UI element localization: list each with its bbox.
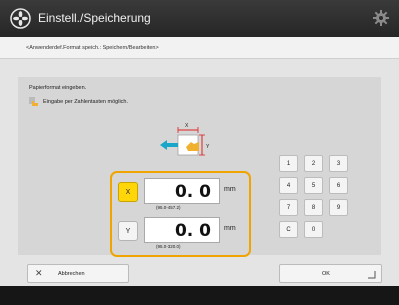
size-input-group: X 0. 0 mm (95.0-457.2) Y 0. 0 mm (95.0-3… [110, 171, 251, 257]
key-5[interactable]: 5 [304, 177, 323, 194]
key-2[interactable]: 2 [304, 155, 323, 172]
key-9[interactable]: 9 [329, 199, 348, 216]
cancel-button[interactable]: ✕ Abbrechen [27, 264, 129, 283]
gear-icon[interactable] [373, 10, 389, 26]
bottom-status-bar [0, 286, 399, 305]
key-8[interactable]: 8 [304, 199, 323, 216]
y-range-label: (95.0-320.0) [156, 244, 181, 249]
page-title: Einstell./Speicherung [38, 11, 151, 25]
diagram-y-label: Y [206, 144, 210, 150]
breadcrumb: <Anwenderdef.Format speich.: Speichern/B… [0, 37, 399, 59]
x-axis-button[interactable]: X [118, 182, 138, 202]
input-panel: Papierformat eingeben. Eingabe per Zahle… [18, 77, 381, 257]
key-0[interactable]: 0 [304, 221, 323, 238]
key-1[interactable]: 1 [279, 155, 298, 172]
hint-text: Eingabe per Zahlentasten möglich. [43, 99, 128, 105]
x-unit-label: mm [224, 186, 236, 193]
settings-register-icon [10, 8, 31, 29]
key-clear[interactable]: C [279, 221, 298, 238]
x-range-label: (95.0-457.2) [156, 205, 181, 210]
footer-bar: ✕ Abbrechen OK [0, 260, 399, 286]
paper-size-diagram-icon: X Y [160, 123, 210, 156]
title-bar: Einstell./Speicherung [0, 0, 399, 37]
instruction-text: Papierformat eingeben. [29, 85, 87, 91]
key-4[interactable]: 4 [279, 177, 298, 194]
y-field-row: Y 0. 0 mm (95.0-320.0) [118, 217, 247, 251]
key-6[interactable]: 6 [329, 177, 348, 194]
ok-label: OK [322, 271, 330, 277]
hand-pointer-icon [29, 97, 38, 106]
x-value-field[interactable]: 0. 0 [144, 178, 220, 204]
enter-corner-icon [368, 271, 376, 279]
key-3[interactable]: 3 [329, 155, 348, 172]
key-7[interactable]: 7 [279, 199, 298, 216]
y-unit-label: mm [224, 225, 236, 232]
y-value-field[interactable]: 0. 0 [144, 217, 220, 243]
main-content: <Anwenderdef.Format speich.: Speichern/B… [0, 37, 399, 286]
cancel-label: Abbrechen [58, 271, 85, 277]
ok-button[interactable]: OK [279, 264, 382, 283]
y-axis-button[interactable]: Y [118, 221, 138, 241]
close-icon: ✕ [35, 268, 43, 278]
x-field-row: X 0. 0 mm (95.0-457.2) [118, 178, 247, 212]
diagram-x-label: X [185, 123, 189, 129]
